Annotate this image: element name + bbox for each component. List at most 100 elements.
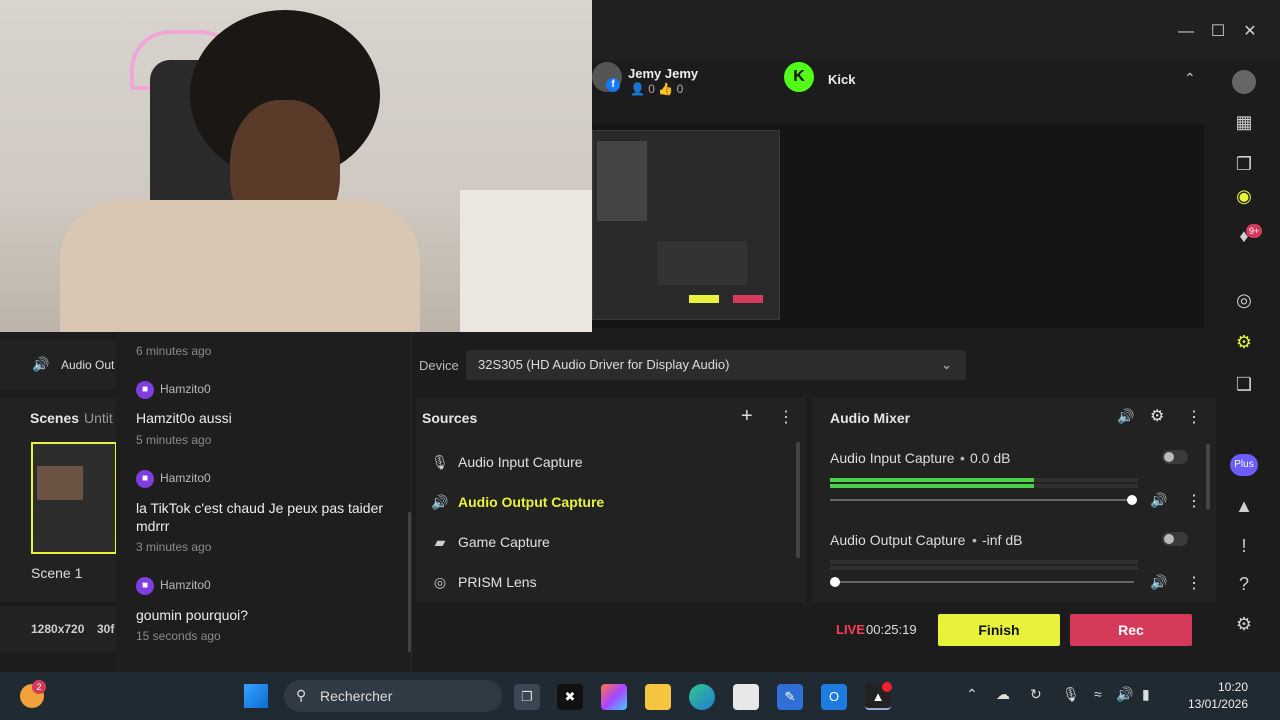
level-meter-fill bbox=[830, 484, 1034, 488]
twitch-icon: ■ bbox=[136, 577, 154, 595]
notification-badge: 9+ bbox=[1246, 224, 1263, 238]
rec-button[interactable]: Rec bbox=[1070, 614, 1192, 646]
multi-screen-icon[interactable]: ❐ bbox=[1232, 152, 1256, 176]
recording-dot bbox=[882, 682, 892, 692]
preview-image-block bbox=[733, 295, 763, 303]
app-icon[interactable]: ✎ bbox=[777, 684, 803, 710]
profile-avatar[interactable] bbox=[1232, 70, 1256, 94]
alert-icon[interactable]: ! bbox=[1232, 534, 1256, 558]
scene-copy-icon[interactable]: ❏ bbox=[1232, 372, 1256, 396]
mute-speaker-icon[interactable]: 🔊 bbox=[1150, 574, 1167, 591]
live-indicator: LIVE bbox=[836, 622, 865, 637]
settings-gear-icon[interactable]: ⚙ bbox=[1232, 330, 1256, 354]
gear-icon[interactable]: ⚙ bbox=[1232, 612, 1256, 636]
chat-icon[interactable]: ◉ bbox=[1232, 184, 1256, 208]
sync-icon[interactable]: ↻ bbox=[1030, 686, 1042, 703]
volume-slider-track[interactable] bbox=[830, 499, 1134, 501]
preview-image-block bbox=[597, 141, 647, 221]
channel-stats: 👤 0 👍 0 bbox=[630, 82, 683, 96]
capcut-icon[interactable]: ✖ bbox=[557, 684, 583, 710]
store-icon[interactable] bbox=[733, 684, 759, 710]
gear-icon[interactable]: ⚙ bbox=[1150, 406, 1164, 426]
volume-icon[interactable]: 🔊 bbox=[1117, 408, 1134, 425]
volume-slider-handle[interactable] bbox=[830, 577, 840, 587]
device-label: Device bbox=[419, 358, 459, 373]
minimize-button[interactable]: — bbox=[1172, 18, 1200, 46]
file-explorer-icon[interactable] bbox=[645, 684, 671, 710]
mixer-title: Audio Mixer bbox=[830, 410, 911, 426]
scene-name[interactable]: Scene 1 bbox=[31, 565, 82, 581]
plus-badge[interactable]: Plus bbox=[1230, 454, 1258, 476]
task-view-icon[interactable]: ❐ bbox=[514, 684, 540, 710]
chat-message: Hamzit0o aussi bbox=[136, 410, 232, 426]
preview-image-block bbox=[689, 295, 719, 303]
lens-icon: ◎ bbox=[433, 574, 447, 590]
onedrive-icon[interactable]: ☁ bbox=[996, 686, 1010, 703]
level-meter bbox=[830, 484, 1138, 488]
windows-start-icon[interactable] bbox=[244, 684, 268, 708]
twitch-icon: ■ bbox=[136, 381, 154, 399]
chevron-up-icon[interactable]: ⌃ bbox=[966, 686, 978, 703]
like-icon: 👍 bbox=[658, 82, 674, 96]
more-options-icon[interactable]: ⋮ bbox=[778, 407, 794, 427]
chat-message: goumin pourquoi? bbox=[136, 607, 249, 623]
chat-time: 5 minutes ago bbox=[136, 433, 212, 447]
volume-icon[interactable]: 🔊 bbox=[1116, 686, 1133, 703]
scene-collection-name[interactable]: Untit bbox=[84, 410, 113, 426]
more-options-icon[interactable]: ⋮ bbox=[1186, 491, 1202, 511]
taskbar-search[interactable]: ⚲ Rechercher bbox=[284, 680, 502, 712]
chat-scrollbar[interactable] bbox=[408, 512, 411, 652]
source-item[interactable]: ◎ PRISM Lens bbox=[430, 570, 537, 594]
close-button[interactable]: ✕ bbox=[1236, 18, 1264, 46]
speaker-icon: 🔊 bbox=[431, 494, 449, 510]
chat-username: ■ Hamzito0 bbox=[136, 577, 211, 595]
audio-strip-label: Audio Out bbox=[61, 358, 115, 372]
mixer-channel-name: Audio Input Capture bbox=[830, 450, 955, 466]
volume-slider-track[interactable] bbox=[830, 581, 1134, 583]
mixer-scrollbar[interactable] bbox=[1206, 444, 1210, 510]
mute-speaker-icon[interactable]: 🔊 bbox=[1150, 492, 1167, 509]
device-select[interactable]: 32S305 (HD Audio Driver for Display Audi… bbox=[466, 350, 966, 380]
outlook-icon[interactable]: O bbox=[821, 684, 847, 710]
source-item[interactable]: ▰ Game Capture bbox=[430, 530, 550, 554]
chat-username: ■ Hamzito0 bbox=[136, 470, 211, 488]
maximize-button[interactable]: ☐ bbox=[1204, 18, 1232, 46]
copilot-icon[interactable] bbox=[601, 684, 627, 710]
source-item[interactable]: 🎙 Audio Input Capture bbox=[430, 450, 582, 474]
more-options-icon[interactable]: ⋮ bbox=[1186, 573, 1202, 593]
preview-image-block bbox=[657, 241, 747, 285]
source-item-selected[interactable]: 🔊 Audio Output Capture bbox=[430, 490, 604, 514]
battery-icon[interactable]: ▮ bbox=[1142, 686, 1150, 703]
mixer-channel-toggle[interactable] bbox=[1162, 450, 1188, 464]
scene-thumbnail[interactable] bbox=[31, 442, 117, 554]
clock-date[interactable]: 13/01/2026 bbox=[1174, 697, 1248, 711]
kick-logo-icon[interactable]: K bbox=[784, 62, 814, 92]
microphone-icon[interactable]: 🎙 bbox=[1062, 686, 1080, 703]
finish-button[interactable]: Finish bbox=[938, 614, 1060, 646]
chevron-down-icon: ⌄ bbox=[941, 357, 952, 372]
help-icon[interactable]: ? bbox=[1232, 572, 1256, 596]
prism-app-window: — ☐ ✕ f Jemy Jemy 👤 0 👍 0 K Kick ⌃ ▦ ❐ ◉… bbox=[0, 0, 1280, 672]
layout-icon[interactable]: ▦ bbox=[1232, 110, 1256, 134]
mixer-channel-toggle[interactable] bbox=[1162, 532, 1188, 546]
more-options-icon[interactable]: ⋮ bbox=[1186, 407, 1202, 427]
search-icon: ⚲ bbox=[296, 687, 307, 703]
channel-name: Jemy Jemy bbox=[628, 66, 699, 81]
live-timer: 00:25:19 bbox=[866, 622, 917, 637]
level-meter bbox=[830, 478, 1138, 482]
chat-username: ■ Hamzito0 bbox=[136, 381, 211, 399]
mixer-channel-sep: • bbox=[960, 450, 965, 466]
edge-browser-icon[interactable] bbox=[689, 684, 715, 710]
add-source-button[interactable]: + bbox=[741, 405, 753, 428]
sources-scrollbar[interactable] bbox=[796, 442, 800, 558]
chevron-up-icon[interactable]: ⌃ bbox=[1184, 70, 1196, 87]
device-select-value: 32S305 (HD Audio Driver for Display Audi… bbox=[478, 357, 730, 372]
wifi-icon[interactable]: ≈ bbox=[1094, 686, 1102, 702]
bed-sheets bbox=[460, 190, 592, 332]
gamepad-icon[interactable]: ▲ bbox=[1232, 494, 1256, 518]
clock-time[interactable]: 10:20 bbox=[1200, 680, 1248, 694]
volume-slider-handle[interactable] bbox=[1127, 495, 1137, 505]
viewers-icon: 👤 bbox=[630, 82, 645, 96]
level-meter bbox=[830, 566, 1138, 570]
camera-icon[interactable]: ◎ bbox=[1232, 288, 1256, 312]
